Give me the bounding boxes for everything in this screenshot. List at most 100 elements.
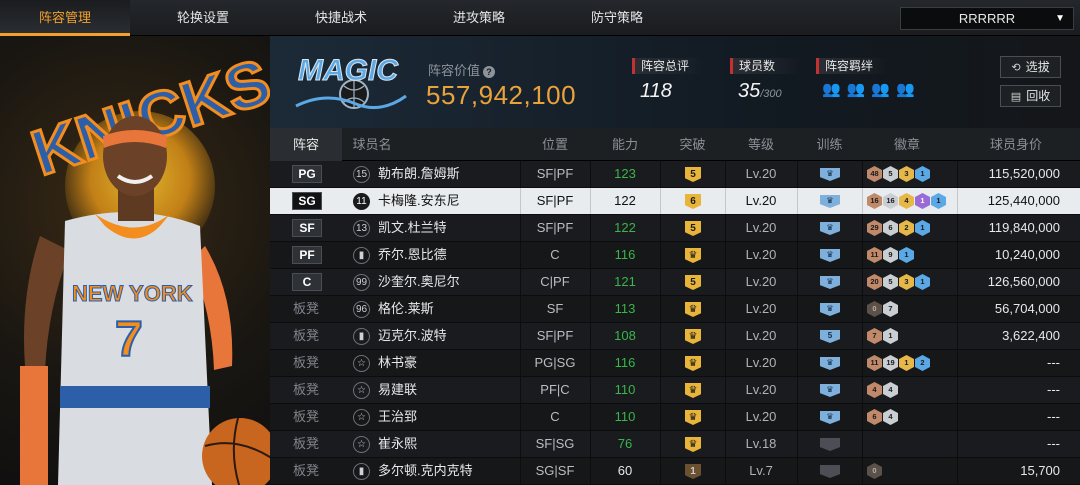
badge-list[interactable]: 11 9 1 bbox=[867, 247, 914, 263]
player-ability: 122 bbox=[614, 220, 636, 235]
training-icon[interactable] bbox=[820, 465, 840, 478]
player-name[interactable]: 凯文.杜兰特 bbox=[378, 215, 447, 241]
player-ability: 116 bbox=[614, 247, 636, 262]
training-crown-icon[interactable]: ♛ bbox=[820, 249, 840, 262]
player-name[interactable]: 崔永熙 bbox=[378, 431, 417, 457]
player-name[interactable]: 林书豪 bbox=[378, 350, 417, 376]
table-row[interactable]: 板凳 ☆ 崔永熙 SF|SG 76 ♛ Lv.18 --- bbox=[270, 431, 1080, 458]
player-name[interactable]: 沙奎尔.奥尼尔 bbox=[378, 269, 460, 295]
training-crown-icon[interactable]: ♛ bbox=[820, 303, 840, 316]
col-training[interactable]: 训练 bbox=[797, 128, 862, 161]
player-salary: 15,700 bbox=[1020, 463, 1060, 478]
training-crown-icon[interactable]: ♛ bbox=[820, 195, 840, 208]
col-salary[interactable]: 球员身价 bbox=[952, 128, 1080, 161]
badge-list[interactable]: 11 19 1 2 bbox=[867, 355, 930, 371]
badge-list[interactable]: 16 16 4 1 1 bbox=[867, 193, 946, 209]
badge-list[interactable]: 29 6 2 1 bbox=[867, 220, 930, 236]
training-crown-icon[interactable]: ♛ bbox=[820, 384, 840, 397]
table-row[interactable]: PG 15 勒布朗.詹姆斯 SF|PF 123 5 Lv.20 ♛ 48 5 3 1 115,520,0… bbox=[270, 161, 1080, 188]
badge-list[interactable]: 48 5 3 1 bbox=[867, 166, 930, 182]
player-level: Lv.20 bbox=[745, 274, 777, 289]
badge-list[interactable]: 64 bbox=[867, 409, 898, 425]
table-row[interactable]: SG 11 卡梅隆.安东尼 SF|PF 122 6 Lv.20 ♛ 16 16 4 1 1 125,440… bbox=[270, 188, 1080, 215]
player-position: C bbox=[550, 247, 560, 262]
player-name[interactable]: 迈克尔.波特 bbox=[378, 323, 447, 349]
col-breakthrough[interactable]: 突破 bbox=[660, 128, 725, 161]
lineup-slot-badge[interactable]: PG bbox=[292, 165, 322, 183]
col-level[interactable]: 等级 bbox=[725, 128, 797, 161]
badge-list[interactable]: 0 bbox=[867, 463, 882, 479]
tab-lineup-management[interactable]: 阵容管理 bbox=[0, 0, 130, 36]
training-crown-icon[interactable]: ♛ bbox=[820, 168, 840, 181]
table-row[interactable]: PF ▮ 乔尔.恩比德 C 116 ♛ Lv.20 ♛ 11 9 1 10,240,000 bbox=[270, 242, 1080, 269]
player-level: Lv.20 bbox=[745, 166, 777, 181]
recycle-button[interactable]: ▤ 回收 bbox=[1000, 85, 1061, 107]
lineup-slot-bench: 板凳 bbox=[292, 463, 319, 478]
help-icon[interactable]: ? bbox=[483, 66, 496, 78]
table-row[interactable]: 板凳 ☆ 林书豪 PG|SG 116 ♛ Lv.20 ♛ 11 19 1 2 --- bbox=[270, 350, 1080, 377]
player-position: SF|PF bbox=[536, 220, 574, 235]
lineup-value-label-text: 阵容价值 bbox=[428, 63, 481, 78]
table-row[interactable]: 板凳 ☆ 易建联 PF|C 110 ♛ Lv.20 ♛ 4 4 --- bbox=[270, 377, 1080, 404]
overall-rating-label: 阵容总评 bbox=[632, 58, 702, 74]
badge-list[interactable]: 07 bbox=[867, 301, 898, 317]
tab-defense-strategy[interactable]: 防守策略 bbox=[552, 0, 682, 36]
table-row[interactable]: 板凳 ☆ 王治郅 C 110 ♛ Lv.20 ♛ 6 4 --- bbox=[270, 404, 1080, 431]
col-badges[interactable]: 徽章 bbox=[862, 128, 952, 161]
lineup-slot-badge[interactable]: C bbox=[292, 273, 322, 291]
lineup-slot-badge[interactable]: SG bbox=[292, 192, 322, 210]
svg-text:NEW YORK: NEW YORK bbox=[72, 281, 193, 306]
tab-offense-strategy[interactable]: 进攻策略 bbox=[414, 0, 544, 36]
player-count-stat: 球员数 35/300 bbox=[730, 58, 800, 103]
bar-chart-icon: ▮ bbox=[353, 328, 370, 345]
crown-icon: ♛ bbox=[685, 248, 701, 263]
badge-list[interactable]: 71 bbox=[867, 328, 898, 344]
training-icon[interactable] bbox=[820, 438, 840, 451]
player-name[interactable]: 勒布朗.詹姆斯 bbox=[378, 161, 460, 187]
lineup-slot-badge[interactable]: SF bbox=[292, 219, 322, 237]
crown-icon: ♛ bbox=[685, 437, 701, 452]
badge-list[interactable]: 44 bbox=[867, 382, 898, 398]
col-lineup[interactable]: 阵容 bbox=[270, 128, 342, 161]
badge-hex-icon: 48 bbox=[867, 166, 882, 182]
player-name[interactable]: 格伦.莱斯 bbox=[378, 296, 434, 322]
player-name[interactable]: 王治郅 bbox=[378, 404, 417, 430]
badge-hex-icon: 11 bbox=[867, 247, 882, 263]
lineup-value: 557,942,100 bbox=[426, 80, 577, 110]
table-row[interactable]: 板凳 96 格伦.莱斯 SF 113 ♛ Lv.20 ♛ 0 7 56,704,000 bbox=[270, 296, 1080, 323]
player-name[interactable]: 卡梅隆.安东尼 bbox=[378, 188, 460, 214]
training-level-badge[interactable]: 5 bbox=[820, 330, 840, 343]
table-row[interactable]: 板凳 ▮ 迈克尔.波特 SF|PF 108 ♛ Lv.20 5 7 1 3,622,400 bbox=[270, 323, 1080, 350]
training-crown-icon[interactable]: ♛ bbox=[820, 222, 840, 235]
training-crown-icon[interactable]: ♛ bbox=[820, 276, 840, 289]
player-name[interactable]: 乔尔.恩比德 bbox=[378, 242, 447, 268]
chemistry-blue-icon: 👥 bbox=[896, 81, 915, 98]
col-position[interactable]: 位置 bbox=[520, 128, 590, 161]
overall-rating-stat: 阵容总评 118 bbox=[632, 58, 702, 103]
player-name[interactable]: 易建联 bbox=[378, 377, 417, 403]
player-name[interactable]: 多尔顿.克内克特 bbox=[378, 458, 473, 484]
table-row[interactable]: SF 13 凯文.杜兰特 SF|PF 122 5 Lv.20 ♛ 29 6 2 1 119,840,00… bbox=[270, 215, 1080, 242]
roster-table: 阵容 球员名 位置 能力 突破 等级 训练 徽章 球员身价 PG 15 勒布朗.詹姆… bbox=[270, 128, 1080, 485]
chevron-down-icon: ▼ bbox=[1055, 13, 1065, 24]
jersey-number: 11 bbox=[353, 193, 370, 210]
col-player-name[interactable]: 球员名 bbox=[342, 128, 402, 161]
training-crown-icon[interactable]: ♛ bbox=[820, 357, 840, 370]
star-icon: ☆ bbox=[353, 409, 370, 426]
tab-quick-tactics[interactable]: 快捷战术 bbox=[276, 0, 406, 36]
tab-rotation-settings[interactable]: 轮换设置 bbox=[138, 0, 268, 36]
table-row[interactable]: 板凳 ▮ 多尔顿.克内克特 SG|SF 60 1 Lv.7 0 15,700 bbox=[270, 458, 1080, 485]
col-ability[interactable]: 能力 bbox=[590, 128, 660, 161]
lineup-slot-badge[interactable]: PF bbox=[292, 246, 322, 264]
player-ability: 121 bbox=[614, 274, 636, 289]
training-crown-icon[interactable]: ♛ bbox=[820, 411, 840, 424]
table-row[interactable]: C 99 沙奎尔.奥尼尔 C|PF 121 5 Lv.20 ♛ 20 5 3 1 126,560,000 bbox=[270, 269, 1080, 296]
select-players-button[interactable]: ⟲ 选拔 bbox=[1000, 56, 1061, 78]
team-select-dropdown[interactable]: RRRRRR ▼ bbox=[900, 7, 1074, 30]
badge-hex-icon: 3 bbox=[899, 166, 914, 182]
player-level: Lv.20 bbox=[745, 409, 777, 424]
lineup-slot-bench: 板凳 bbox=[292, 409, 319, 424]
player-ability: 108 bbox=[614, 328, 636, 343]
chemistry-icons[interactable]: 👥 👥 👥 👥 bbox=[822, 80, 915, 98]
badge-list[interactable]: 20 5 3 1 bbox=[867, 274, 930, 290]
